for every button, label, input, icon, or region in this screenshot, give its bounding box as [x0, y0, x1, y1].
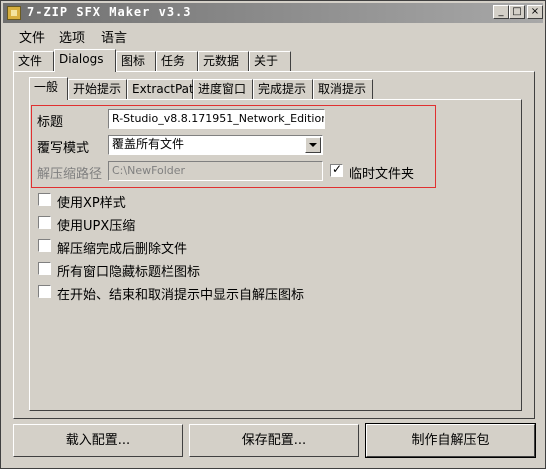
tab-dialogs[interactable]: Dialogs: [54, 49, 116, 72]
option-delete-after-checkbox[interactable]: [38, 239, 51, 252]
extract-path-label: 解压缩路径: [37, 167, 103, 182]
subtab-general[interactable]: 一般: [29, 77, 68, 100]
subtab-progress-window[interactable]: 进度窗口: [193, 79, 253, 99]
option-show-sfx-icon-checkbox[interactable]: [38, 285, 51, 298]
close-button[interactable]: ×: [527, 5, 543, 19]
maximize-button[interactable]: □: [509, 5, 525, 19]
tab-about[interactable]: 关于: [249, 51, 291, 71]
minimize-button[interactable]: _: [493, 5, 509, 19]
option-upx-checkbox[interactable]: [38, 216, 51, 229]
window-title: 7-ZIP SFX Maker v3.3: [27, 5, 192, 19]
tab-tasks[interactable]: 任务: [156, 51, 198, 71]
extract-path-input[interactable]: C:\NewFolder: [108, 161, 323, 181]
temp-folder-label: 临时文件夹: [349, 167, 415, 182]
option-show-sfx-icon-label: 在开始、结束和取消提示中显示自解压图标: [57, 288, 305, 303]
menu-file[interactable]: 文件: [19, 27, 45, 46]
tab-file[interactable]: 文件: [13, 51, 54, 71]
make-sfx-button[interactable]: 制作自解压包: [365, 423, 536, 458]
option-upx-label: 使用UPX压缩: [57, 219, 136, 234]
temp-folder-checkbox[interactable]: ✓: [330, 162, 343, 177]
overwrite-mode-select[interactable]: 覆盖所有文件: [108, 135, 323, 155]
chevron-down-icon[interactable]: [305, 137, 321, 153]
option-delete-after-label: 解压缩完成后删除文件: [57, 242, 188, 257]
option-hide-title-icons-label: 所有窗口隐藏标题栏图标: [57, 265, 201, 280]
tab-metadata[interactable]: 元数据: [198, 51, 249, 71]
tab-icon[interactable]: 图标: [116, 51, 156, 71]
overwrite-mode-value: 覆盖所有文件: [112, 137, 185, 151]
subtab-extract-path[interactable]: ExtractPath: [127, 79, 201, 99]
option-hide-title-icons-checkbox[interactable]: [38, 262, 51, 275]
subtab-cancel-prompt[interactable]: 取消提示: [313, 79, 373, 99]
overwrite-mode-label: 覆写模式: [37, 141, 90, 156]
save-config-button[interactable]: 保存配置...: [189, 424, 359, 457]
option-xp-style-label: 使用XP样式: [57, 196, 126, 211]
app-icon: [7, 6, 21, 20]
menu-language[interactable]: 语言: [101, 27, 127, 46]
option-xp-style-checkbox[interactable]: [38, 193, 51, 206]
title-input[interactable]: R-Studio_v8.8.171951_Network_Edition: [108, 109, 325, 129]
menu-options[interactable]: 选项: [59, 27, 85, 46]
subtab-start-prompt[interactable]: 开始提示: [68, 79, 127, 99]
subtab-finish-prompt[interactable]: 完成提示: [253, 79, 313, 99]
load-config-button[interactable]: 载入配置...: [13, 424, 183, 457]
title-bar[interactable]: 7-ZIP SFX Maker v3.3 _ □ ×: [3, 3, 543, 23]
title-label: 标题: [37, 115, 64, 130]
menu-bar: 文件 选项 语言: [3, 24, 543, 46]
check-icon: ✓: [332, 162, 343, 176]
main-window: 7-ZIP SFX Maker v3.3 _ □ × 文件 选项 语言 文件 D…: [0, 0, 546, 469]
